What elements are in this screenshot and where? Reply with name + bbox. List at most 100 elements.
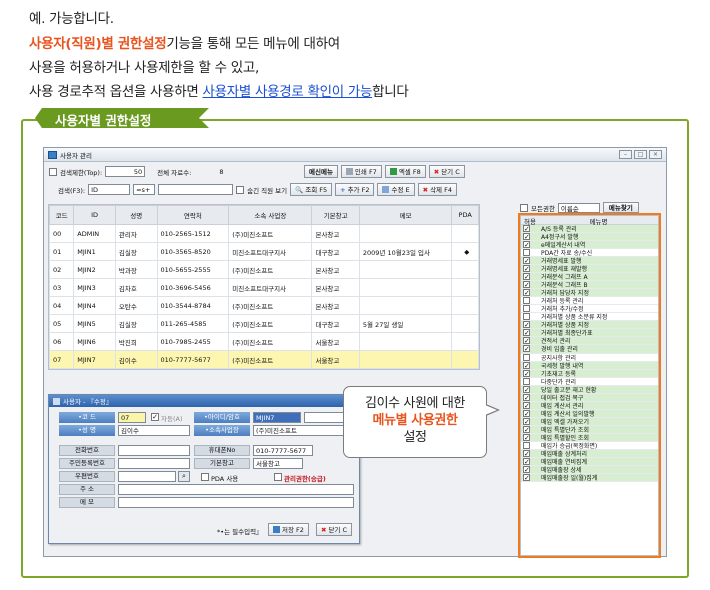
- print-button[interactable]: 인쇄 F7: [340, 165, 382, 178]
- cell-memo: 2009년 10월23일 입사: [358, 242, 453, 261]
- cell-wh: 본사창고: [311, 278, 360, 297]
- col-pda[interactable]: PDA: [451, 205, 479, 225]
- zip-input[interactable]: [118, 471, 176, 482]
- window-titlebar: 사용자 관리 – □ ×: [44, 148, 666, 162]
- name-input[interactable]: 김이수: [118, 425, 190, 436]
- warehouse-select[interactable]: 서울창고: [253, 458, 303, 469]
- search-icon: 🔍: [295, 185, 304, 194]
- dialog-close-button[interactable]: ✖ 닫기 C: [316, 523, 353, 536]
- table-row[interactable]: 03 MJIN3 김차호 010-3696-5456 미진소프트대구지사 본사창고: [48, 278, 479, 297]
- dialog-app-icon: [53, 397, 60, 405]
- close-button-label: 닫기 C: [441, 167, 460, 176]
- address-input[interactable]: [118, 484, 354, 495]
- cell-code: 04: [48, 296, 75, 315]
- intro-line-4: 사용 경로추적 옵션을 사용하면 사용자별 사용경로 확인이 가능합니다: [29, 80, 409, 100]
- cell-id: MJIN5: [73, 314, 116, 333]
- cell-site: (주)미진소프트: [228, 332, 313, 351]
- cell-memo: [358, 260, 453, 279]
- cell-memo: [358, 296, 453, 315]
- cell-name: 김차호: [114, 278, 158, 297]
- table-row[interactable]: 07 MJIN7 김이수 010-7777-5677 (주)미진소프트 서울창고: [48, 350, 479, 369]
- zip-search-icon[interactable]: ⌕: [178, 471, 190, 482]
- cell-id: ADMIN: [73, 224, 116, 243]
- pda-checkbox[interactable]: [201, 473, 209, 481]
- callout-line-2: 메뉴별 사용권한: [372, 413, 458, 428]
- search-limit-input[interactable]: 50: [105, 166, 146, 177]
- hide-retired-label: 숨긴 직원 보기: [247, 186, 288, 195]
- cell-pda: ◆: [451, 242, 479, 261]
- all-perm-checkbox[interactable]: [520, 203, 528, 212]
- menu-highlight-box: [518, 213, 661, 558]
- dialog-close-x-icon: ✖: [321, 525, 327, 534]
- warehouse-label: 기본창고: [194, 458, 250, 469]
- col-code[interactable]: 코드: [48, 205, 75, 225]
- intro-link[interactable]: 사용자별 사용경로 확인이 가능: [203, 84, 373, 100]
- cell-name: 김이수: [114, 350, 158, 369]
- admin-label: 관리권한(승급): [284, 475, 326, 483]
- admin-checkbox[interactable]: [274, 473, 282, 481]
- cell-memo: [358, 350, 453, 369]
- cell-id: MJIN3: [73, 278, 116, 297]
- excel-button[interactable]: 엑셀 F8: [384, 165, 426, 178]
- close-button[interactable]: ✖ 닫기 C: [428, 165, 465, 178]
- table-row[interactable]: 05 MJIN5 김실장 011-265-4585 (주)미진소프트 대구창고 5월 27일…: [48, 314, 479, 333]
- save-button[interactable]: 저장 F2: [268, 523, 309, 536]
- cell-name: 관리자: [114, 224, 158, 243]
- col-phone[interactable]: 연락처: [156, 205, 230, 225]
- messenger-menu-button[interactable]: 메신메뉴: [304, 165, 338, 178]
- search-limit-checkbox[interactable]: [49, 167, 57, 176]
- sort-select[interactable]: 이름순: [557, 202, 600, 213]
- search-button[interactable]: 🔍 조회 F5: [290, 183, 333, 196]
- close-icon[interactable]: ×: [649, 150, 662, 159]
- cell-name: 김실장: [114, 242, 158, 261]
- section-tag: 사용자별 권한설정: [35, 108, 209, 128]
- search-op-select[interactable]: =s+: [133, 184, 156, 195]
- name-label: •성 명: [59, 425, 115, 436]
- cell-site: (주)미진소프트: [228, 314, 313, 333]
- code-input[interactable]: 07: [118, 412, 146, 423]
- autonum-label: 자동(A): [161, 415, 183, 423]
- add-button[interactable]: + 추가 F2: [335, 183, 375, 196]
- cell-memo: [358, 278, 453, 297]
- search-key-select[interactable]: ID: [88, 184, 131, 195]
- cell-phone: 010-3565-8520: [156, 242, 230, 261]
- excel-button-label: 엑셀 F8: [398, 167, 421, 176]
- hide-retired-checkbox[interactable]: [236, 185, 245, 194]
- table-row[interactable]: 04 MJIN4 오탄수 010-3544-8784 (주)미진소프트 본사창고: [48, 296, 479, 315]
- autonum-checkbox[interactable]: [151, 413, 159, 421]
- col-warehouse[interactable]: 기본창고: [311, 205, 360, 225]
- cell-code: 02: [48, 260, 75, 279]
- cell-code: 07: [48, 350, 75, 369]
- table-row[interactable]: 06 MJIN6 박진희 010-7985-2455 (주)미진소프트 서울창고: [48, 332, 479, 351]
- col-name[interactable]: 성명: [114, 205, 158, 225]
- id-input[interactable]: MJIN7: [253, 412, 301, 423]
- delete-icon: ✖: [422, 185, 429, 194]
- rrn-input[interactable]: [118, 458, 190, 469]
- search-button-label: 조회 F5: [305, 185, 328, 194]
- phone-label: 전화번호: [59, 445, 115, 456]
- site-select[interactable]: (주)미진소프트: [253, 425, 354, 436]
- memo-input[interactable]: [118, 497, 354, 508]
- edit-button[interactable]: 수정 E: [377, 183, 415, 196]
- col-memo[interactable]: 메모: [358, 205, 453, 225]
- table-row[interactable]: 02 MJIN2 박과장 010-5655-2555 (주)미진소프트 본사창고: [48, 260, 479, 279]
- menu-find-button[interactable]: 메뉴찾기: [602, 202, 639, 213]
- mobile-input[interactable]: 010-7777-5677: [253, 445, 313, 456]
- maximize-icon[interactable]: □: [634, 150, 647, 159]
- cell-phone: 010-3696-5456: [156, 278, 230, 297]
- cell-pda: [451, 278, 479, 297]
- table-row[interactable]: 00 ADMIN 관리자 010-2565-1512 (주)미진소프트 본사창고: [48, 224, 479, 243]
- col-site[interactable]: 소속 사업장: [228, 205, 313, 225]
- phone-input[interactable]: [118, 445, 190, 456]
- col-id[interactable]: ID: [73, 205, 116, 225]
- search-input[interactable]: [158, 184, 234, 195]
- delete-button[interactable]: ✖ 삭제 F4: [417, 183, 457, 196]
- edit-user-dialog: 사용자 - 『수정』 × •코 드 07 자동(A) •아이디/암호 MJIN7…: [48, 394, 360, 544]
- cell-wh: 서울창고: [311, 332, 360, 351]
- intro-line-4-pre: 사용 경로추적 옵션을 사용하면: [29, 84, 203, 100]
- minimize-icon[interactable]: –: [619, 150, 632, 159]
- callout-bubble: 김이수 사원에 대한 메뉴별 사용권한 설정: [343, 386, 487, 458]
- printer-icon: [345, 168, 353, 175]
- search-limit-label: 검색제한(Top):: [60, 168, 103, 177]
- table-row[interactable]: 01 MJIN1 김실장 010-3565-8520 미진소프트대구지사 대구창고 2009…: [48, 242, 479, 261]
